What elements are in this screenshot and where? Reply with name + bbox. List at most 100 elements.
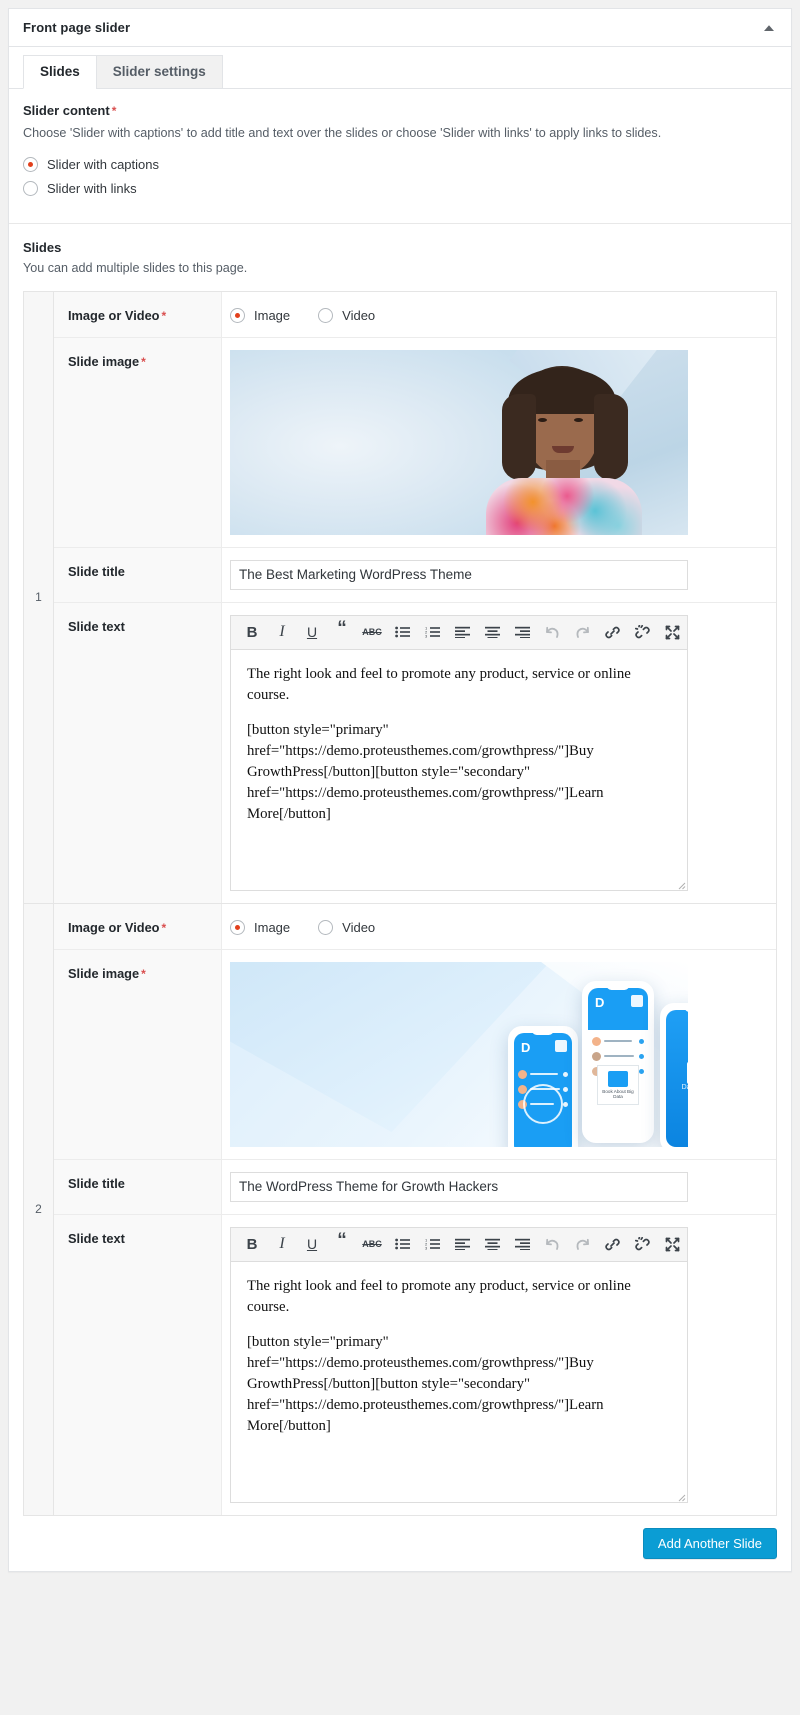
undo-icon[interactable] bbox=[537, 618, 567, 646]
align-left-icon[interactable] bbox=[447, 1230, 477, 1258]
strikethrough-icon[interactable]: ABC bbox=[357, 1230, 387, 1258]
row-label: Slide text bbox=[54, 1214, 222, 1515]
strikethrough-icon[interactable]: ABC bbox=[357, 618, 387, 646]
app-label: Data App bbox=[681, 1083, 688, 1091]
editor-content-area[interactable]: The right look and feel to promote any p… bbox=[231, 650, 687, 890]
align-left-icon[interactable] bbox=[447, 618, 477, 646]
underline-icon[interactable]: U bbox=[297, 618, 327, 646]
row-label: Image or Video * bbox=[54, 903, 222, 949]
slide-item: 2 Image or Video * Image Video Slide ima… bbox=[24, 903, 776, 1516]
background-shape bbox=[230, 961, 550, 1133]
bullet-list-icon[interactable] bbox=[387, 1230, 417, 1258]
row-label: Slide title bbox=[54, 1159, 222, 1214]
row-field: B I U “ ABC 123 The right look and feel … bbox=[222, 602, 776, 903]
slide-text-editor[interactable]: B I U “ ABC 123 The right look and feel … bbox=[230, 614, 688, 891]
align-center-icon[interactable] bbox=[477, 1230, 507, 1258]
blockquote-icon[interactable]: “ bbox=[327, 1230, 357, 1258]
row-field: D D Book About Big Data D bbox=[222, 949, 776, 1159]
radio-media-video[interactable]: Video bbox=[318, 919, 375, 935]
slide-text-editor[interactable]: B I U “ ABC 123 The right look and feel … bbox=[230, 1226, 688, 1503]
row-image-or-video: Image or Video * Image Video bbox=[54, 291, 776, 338]
radio-media-video[interactable]: Video bbox=[318, 307, 375, 323]
editor-toolbar: B I U “ ABC 123 bbox=[231, 615, 687, 650]
unlink-icon[interactable] bbox=[627, 618, 657, 646]
slide-image-preview[interactable]: D D Book About Big Data D bbox=[230, 961, 688, 1147]
radio-label-links[interactable]: Slider with links bbox=[47, 181, 137, 196]
radio-icon-unchecked[interactable] bbox=[318, 307, 334, 323]
editor-content-area[interactable]: The right look and feel to promote any p… bbox=[231, 1262, 687, 1502]
add-another-slide-button[interactable]: Add Another Slide bbox=[642, 1527, 777, 1559]
row-field bbox=[222, 337, 776, 547]
radio-icon-checked[interactable] bbox=[230, 919, 245, 935]
app-initial: D bbox=[521, 1039, 531, 1055]
row-field: Image Video bbox=[222, 903, 776, 949]
radio-icon-checked[interactable] bbox=[230, 307, 245, 323]
editor-toolbar: B I U “ ABC 123 bbox=[231, 1227, 687, 1262]
radio-slider-with-links[interactable]: Slider with links bbox=[23, 180, 777, 196]
chevron-up-icon[interactable] bbox=[759, 18, 779, 38]
align-right-icon[interactable] bbox=[507, 618, 537, 646]
undo-icon[interactable] bbox=[537, 1230, 567, 1258]
slide-title-input[interactable] bbox=[230, 1171, 688, 1202]
radio-slider-with-captions[interactable]: Slider with captions bbox=[23, 156, 777, 172]
redo-icon[interactable] bbox=[567, 1230, 597, 1258]
row-slide-text: Slide text B I U “ ABC 1 2 3 The right l… bbox=[54, 602, 776, 903]
numbered-list-icon[interactable]: 123 bbox=[417, 1230, 447, 1258]
tab-slides[interactable]: Slides bbox=[23, 55, 97, 89]
radio-label-captions[interactable]: Slider with captions bbox=[47, 157, 159, 172]
italic-icon[interactable]: I bbox=[267, 618, 297, 646]
required-marker: * bbox=[141, 354, 146, 369]
align-right-icon[interactable] bbox=[507, 1230, 537, 1258]
radio-icon-checked[interactable] bbox=[23, 156, 38, 172]
row-slide-title: Slide title bbox=[54, 1159, 776, 1215]
link-icon[interactable] bbox=[597, 618, 627, 646]
svg-text:3: 3 bbox=[425, 634, 428, 638]
radio-label-image[interactable]: Image bbox=[254, 920, 290, 935]
radio-label-video[interactable]: Video bbox=[342, 920, 375, 935]
row-label-text: Slide text bbox=[68, 618, 125, 634]
row-label-text: Slide title bbox=[68, 563, 125, 579]
blockquote-icon[interactable]: “ bbox=[327, 618, 357, 646]
resize-handle-icon[interactable] bbox=[674, 1489, 686, 1502]
tab-slider-settings[interactable]: Slider settings bbox=[95, 55, 223, 89]
fullscreen-icon[interactable] bbox=[657, 1230, 687, 1258]
row-label-text: Image or Video bbox=[68, 919, 160, 935]
underline-icon[interactable]: U bbox=[297, 1230, 327, 1258]
redo-icon[interactable] bbox=[567, 618, 597, 646]
italic-icon[interactable]: I bbox=[267, 1230, 297, 1258]
row-slide-image: Slide image * bbox=[54, 337, 776, 548]
slide-image-preview[interactable] bbox=[230, 349, 688, 535]
numbered-list-icon[interactable]: 123 bbox=[417, 618, 447, 646]
row-label: Slide title bbox=[54, 547, 222, 602]
align-center-icon[interactable] bbox=[477, 618, 507, 646]
slide-item: 1 Image or Video * Image Video Slide ima… bbox=[24, 291, 776, 904]
resize-handle-icon[interactable] bbox=[674, 877, 686, 890]
row-label: Slide image * bbox=[54, 949, 222, 1159]
app-initial: D bbox=[595, 994, 605, 1010]
unlink-icon[interactable] bbox=[627, 1230, 657, 1258]
fullscreen-icon[interactable] bbox=[657, 618, 687, 646]
radio-icon-unchecked[interactable] bbox=[23, 180, 38, 196]
radio-label-image[interactable]: Image bbox=[254, 308, 290, 323]
row-field: Image Video bbox=[222, 291, 776, 337]
radio-label-video[interactable]: Video bbox=[342, 308, 375, 323]
radio-media-image[interactable]: Image bbox=[230, 919, 290, 935]
bold-icon[interactable]: B bbox=[237, 1230, 267, 1258]
radio-icon-unchecked[interactable] bbox=[318, 919, 334, 935]
phone-mockup: D bbox=[508, 1025, 578, 1147]
bold-icon[interactable]: B bbox=[237, 618, 267, 646]
bullet-list-icon[interactable] bbox=[387, 618, 417, 646]
row-field bbox=[222, 547, 776, 602]
row-label-text: Slide image bbox=[68, 353, 140, 369]
required-marker: * bbox=[161, 920, 167, 935]
radio-media-image[interactable]: Image bbox=[230, 307, 290, 323]
row-image-or-video: Image or Video * Image Video bbox=[54, 903, 776, 950]
svg-text:3: 3 bbox=[425, 1246, 428, 1250]
slide-title-input[interactable] bbox=[230, 559, 688, 590]
slider-content-label: Slider content * bbox=[23, 103, 777, 118]
phone-mockup: Data App bbox=[660, 1002, 688, 1147]
row-slide-image: Slide image * D D Book About Big Data D bbox=[54, 949, 776, 1160]
editor-paragraph: [button style="primary" href="https://de… bbox=[247, 1333, 604, 1434]
link-icon[interactable] bbox=[597, 1230, 627, 1258]
row-field bbox=[222, 1159, 776, 1214]
